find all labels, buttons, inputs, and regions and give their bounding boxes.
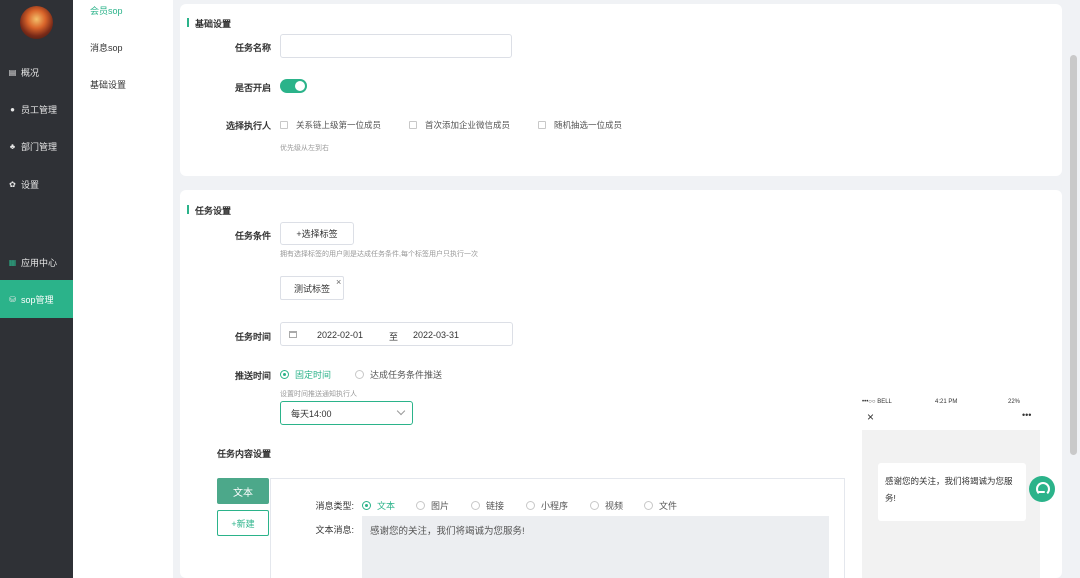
nav-label: 概况 [21,67,40,78]
nav-item-apps[interactable]: ▦ 应用中心 [0,243,73,281]
radio-dot [355,370,364,379]
overview-icon: ▤ [8,67,17,77]
app-logo [20,6,53,39]
gear-icon: ✿ [9,179,16,189]
checkbox-box [538,121,546,129]
sop-submenu: 会员sop 消息sop 基础设置 [73,0,173,578]
tag-chip: 测试标签 [280,276,344,300]
radio-label: 文本 [377,501,396,511]
nav-item-settings[interactable]: ✿ 设置 [0,165,73,203]
select-tag-button[interactable]: +选择标签 [280,222,354,245]
push-option-condition[interactable]: 达成任务条件推送 [355,368,442,381]
page-scrollbar[interactable] [1070,55,1077,455]
msg-type-text[interactable]: 文本 [362,499,395,512]
content-settings-label: 任务内容设置 [216,449,271,459]
phone-preview: •••○○ BELL 4:21 PM 22% × ••• 感谢您的关注，我们将竭… [862,396,1040,578]
radio-dot [416,501,425,510]
executor-label: 选择执行人 [225,121,271,131]
executor-option-superior[interactable]: 关系链上级第一位成员 [280,119,381,131]
push-time-label: 推送时间 [234,371,271,381]
task-date-range[interactable]: 2022-02-01 至 2022-03-31 [280,322,513,346]
section-title-task: 任务设置 [187,204,231,217]
radio-dot [644,501,653,510]
end-date: 2022-03-31 [413,330,460,340]
msg-type-miniprogram[interactable]: 小程序 [526,499,568,512]
more-icon[interactable]: ••• [1022,410,1031,420]
radio-label: 文件 [659,501,678,511]
checkbox-box [409,121,417,129]
msg-type-file[interactable]: 文件 [644,499,677,512]
task-name-label: 任务名称 [234,43,271,53]
main-sidebar: ▤ 概况 ● 员工管理 ♣ 部门管理 ✿ 设置 ▦ 应用中心 ⛁ sop管理 [0,0,73,578]
nav-label: 员工管理 [21,104,58,115]
submenu-item-message-sop[interactable]: 消息sop [90,41,123,54]
database-icon: ⛁ [9,294,16,304]
nav-item-sop[interactable]: ⛁ sop管理 [0,280,73,318]
phone-header: •••○○ BELL 4:21 PM 22% × ••• [862,396,1040,430]
submenu-item-member-sop[interactable]: 会员sop [90,4,123,17]
checkbox-label: 关系链上级第一位成员 [296,120,382,130]
carrier-text: •••○○ BELL [862,399,892,405]
radio-dot [471,501,480,510]
org-icon: ♣ [9,141,16,151]
battery-text: 22% [1008,399,1021,405]
checkbox-label: 首次添加企业微信成员 [425,120,511,130]
task-time-label: 任务时间 [234,332,271,342]
nav-item-department[interactable]: ♣ 部门管理 [0,127,73,165]
radio-dot [526,501,535,510]
range-separator: 至 [389,332,399,342]
radio-label: 链接 [486,501,505,511]
close-icon[interactable]: × [867,410,874,424]
push-time-select[interactable]: 每天14:00 [280,401,413,425]
condition-label: 任务条件 [234,231,271,241]
enabled-toggle[interactable] [280,79,307,93]
radio-label: 小程序 [541,501,569,511]
radio-dot [362,501,371,510]
radio-dot [590,501,599,510]
executor-option-random[interactable]: 随机抽选一位成员 [538,119,622,131]
basic-settings-card: 基础设置 任务名称 是否开启 选择执行人 关系链上级第一位成员 首次添加企业微信… [180,4,1062,176]
nav-label: 部门管理 [21,141,58,152]
select-value: 每天14:00 [291,408,332,419]
condition-hint: 拥有选择标签的用户则是达成任务条件,每个标签用户只执行一次 [280,251,478,258]
content-tab-text[interactable]: 文本 [217,478,269,504]
task-name-input[interactable] [280,34,512,58]
msg-type-video[interactable]: 视频 [590,499,623,512]
submenu-item-basic-settings[interactable]: 基础设置 [90,78,126,91]
clock-text: 4:21 PM [935,399,958,405]
msg-type-label: 消息类型: [315,501,354,511]
text-msg-label: 文本消息: [315,525,354,535]
nav-item-staff[interactable]: ● 员工管理 [0,90,73,128]
tag-close-icon[interactable]: × [336,277,341,287]
calendar-icon [289,331,297,338]
radio-label: 图片 [431,501,450,511]
enabled-label: 是否开启 [234,83,271,93]
user-icon: ● [10,104,15,114]
push-option-fixed[interactable]: 固定时间 [280,368,331,381]
radio-label: 固定时间 [295,370,332,380]
chevron-down-icon [396,406,406,416]
apps-icon: ▦ [8,257,17,267]
checkbox-label: 随机抽选一位成员 [554,120,623,130]
text-msg-value: 感谢您的关注，我们将竭诚为您服务! [370,526,525,537]
nav-label: 设置 [21,179,40,190]
radio-label: 视频 [605,501,624,511]
nav-label: sop管理 [21,294,54,305]
preview-message-bubble: 感谢您的关注，我们将竭诚为您服务! [878,463,1026,521]
new-content-button[interactable]: +新建 [217,510,269,536]
msg-type-link[interactable]: 链接 [471,499,504,512]
nav-label: 应用中心 [21,257,58,268]
text-msg-textarea[interactable]: 感谢您的关注，我们将竭诚为您服务! [362,516,829,578]
section-title-basic: 基础设置 [187,17,231,30]
checkbox-box [280,121,288,129]
executor-option-first-added[interactable]: 首次添加企业微信成员 [409,119,510,131]
start-date: 2022-02-01 [317,330,364,340]
push-hint: 设置时间推送通知执行人 [280,391,357,398]
msg-type-image[interactable]: 图片 [416,499,449,512]
nav-item-overview[interactable]: ▤ 概况 [0,53,73,91]
radio-label: 达成任务条件推送 [370,370,443,380]
radio-dot [280,370,289,379]
customer-service-icon[interactable] [1029,476,1055,502]
executor-hint: 优先级从左到右 [280,145,329,152]
